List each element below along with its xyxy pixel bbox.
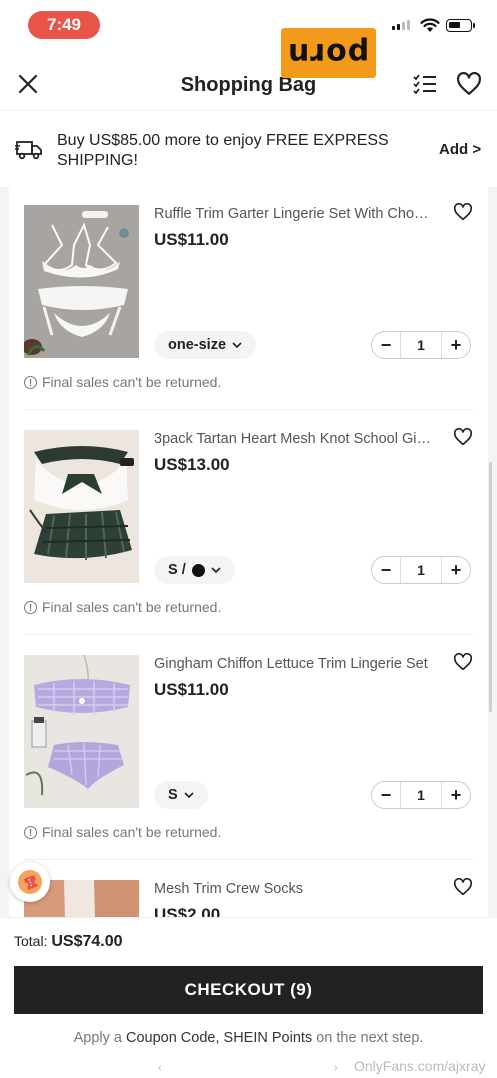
final-sale-text: Final sales can't be returned. (42, 374, 222, 390)
product-price: US$13.00 (154, 455, 230, 474)
battery-icon (446, 19, 475, 32)
size-value: one-size (168, 337, 227, 353)
product-image[interactable] (24, 655, 139, 808)
shipping-message: Buy US$85.00 more to enjoy FREE EXPRESS … (57, 132, 389, 169)
wishlist-heart-icon[interactable] (456, 72, 482, 96)
final-sale-notice: ! Final sales can't be returned. (24, 374, 221, 390)
total-value: US$74.00 (51, 933, 123, 950)
checklist-icon[interactable] (412, 72, 438, 96)
final-sale-notice: ! Final sales can't be returned. (24, 599, 221, 615)
quantity-value[interactable]: 1 (400, 557, 442, 583)
checkout-footer: Total: US$74.00 CHECKOUT (9) Apply a Cou… (0, 917, 497, 1078)
save-heart-icon[interactable] (453, 653, 473, 671)
product-price: US$2.00 (154, 905, 221, 917)
watermark-logo-text: porn (287, 35, 370, 71)
increase-quantity-button[interactable]: + (442, 560, 470, 581)
divider (24, 634, 473, 635)
quantity-stepper: − 1 + (371, 781, 471, 809)
cart-item: Mesh Trim Crew Socks US$2.00 (9, 862, 488, 917)
increase-quantity-button[interactable]: + (442, 785, 470, 806)
save-heart-icon[interactable] (453, 428, 473, 446)
watermark-logo: porn (281, 28, 376, 78)
scrollbar[interactable] (489, 462, 492, 712)
quantity-stepper: − 1 + (371, 556, 471, 584)
decrease-quantity-button[interactable]: − (372, 560, 400, 581)
chevron-down-icon (211, 567, 221, 573)
size-value: S / (168, 562, 186, 578)
coupon-note: Apply a Coupon Code, SHEIN Points on the… (0, 1030, 497, 1046)
quantity-value[interactable]: 1 (400, 782, 442, 808)
decrease-quantity-button[interactable]: − (372, 785, 400, 806)
product-image[interactable] (24, 430, 139, 583)
coupon-prefix: Apply a (73, 1030, 126, 1046)
cart-item: Ruffle Trim Garter Lingerie Set With Cho… (9, 187, 488, 412)
info-icon: ! (24, 600, 37, 614)
product-price: US$11.00 (154, 680, 229, 699)
quantity-value[interactable]: 1 (400, 332, 442, 358)
save-heart-icon[interactable] (453, 878, 473, 896)
info-icon: ! (24, 375, 37, 389)
size-selector[interactable]: S (154, 781, 208, 809)
size-color-selector[interactable]: S / (154, 556, 235, 584)
add-more-link[interactable]: Add > (439, 141, 481, 158)
status-bar: 7:49 (0, 0, 497, 50)
product-name[interactable]: Mesh Trim Crew Socks (154, 881, 434, 897)
wifi-icon (420, 18, 440, 32)
delivery-truck-icon (15, 141, 42, 160)
nav-header: Shopping Bag (0, 58, 497, 111)
watermark-site-text: OnlyFans.com/ajxray (354, 1058, 486, 1074)
final-sale-text: Final sales can't be returned. (42, 824, 222, 840)
save-heart-icon[interactable] (453, 203, 473, 221)
order-total: Total: US$74.00 (14, 933, 123, 951)
coupon-suffix: on the next step. (312, 1030, 424, 1046)
free-shipping-banner: Buy US$85.00 more to enjoy FREE EXPRESS … (0, 111, 497, 187)
final-sale-text: Final sales can't be returned. (42, 599, 222, 615)
cart-item: Gingham Chiffon Lettuce Trim Lingerie Se… (9, 637, 488, 862)
color-swatch (191, 563, 205, 577)
cellular-signal-icon (392, 20, 410, 30)
product-name[interactable]: Ruffle Trim Garter Lingerie Set With Cho… (154, 206, 434, 222)
product-name[interactable]: Gingham Chiffon Lettuce Trim Lingerie Se… (154, 656, 434, 672)
product-price: US$11.00 (154, 230, 229, 249)
status-time: 7:49 (28, 11, 100, 39)
checkout-button[interactable]: CHECKOUT (9) (14, 966, 483, 1014)
final-sale-notice: ! Final sales can't be returned. (24, 824, 221, 840)
forward-chevron-icon: › (334, 1062, 338, 1074)
chevron-down-icon (184, 792, 194, 798)
quantity-stepper: − 1 + (371, 331, 471, 359)
size-selector[interactable]: one-size (154, 331, 257, 359)
cart-item: 3pack Tartan Heart Mesh Knot School Girl… (9, 412, 488, 637)
increase-quantity-button[interactable]: + (442, 335, 470, 356)
total-label: Total: (14, 933, 48, 949)
decrease-quantity-button[interactable]: − (372, 335, 400, 356)
size-value: S (168, 787, 178, 803)
back-chevron-icon: ‹ (158, 1062, 162, 1074)
info-icon: ! (24, 825, 37, 839)
coupon-ticket-icon (18, 870, 42, 894)
chevron-down-icon (232, 342, 242, 348)
divider (24, 859, 473, 860)
product-name[interactable]: 3pack Tartan Heart Mesh Knot School Girl… (154, 431, 434, 447)
cart-item-list: Ruffle Trim Garter Lingerie Set With Cho… (9, 187, 488, 917)
coupon-float-button[interactable] (10, 862, 50, 902)
divider (24, 409, 473, 410)
coupon-link[interactable]: Coupon Code, SHEIN Points (126, 1030, 312, 1046)
product-image[interactable] (24, 205, 139, 358)
